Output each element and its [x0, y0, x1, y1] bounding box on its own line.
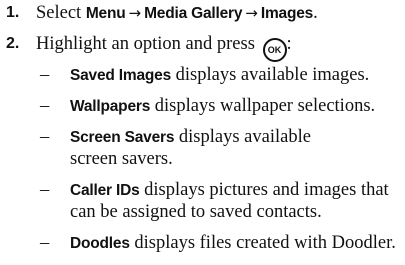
dash-bullet: –	[40, 233, 50, 253]
option-description: displays available	[178, 127, 311, 147]
step-prefix: Select	[36, 3, 82, 23]
option-text: Screen Savers displays available	[70, 126, 311, 149]
option-description-line: can be assigned to saved contacts.	[70, 202, 322, 222]
dash-bullet: –	[40, 96, 50, 116]
ok-key-icon: OK	[262, 38, 287, 62]
option-name: Saved Images	[70, 67, 171, 84]
option-description: displays files created with Doodler.	[134, 233, 396, 253]
menu-path-item: Menu	[85, 5, 126, 22]
option-text: Caller IDs displays pictures and images …	[70, 179, 389, 202]
step-number: 1.	[6, 4, 20, 21]
option-name: Wallpapers	[70, 98, 151, 115]
step-suffix: :	[286, 34, 292, 54]
step-suffix: .	[313, 3, 318, 23]
option-name: Screen Savers	[70, 129, 175, 146]
option-description: displays pictures and images that	[144, 180, 389, 200]
step-instruction: Highlight an option and press	[36, 34, 255, 54]
option-description-line: screen savers.	[70, 149, 173, 169]
option-name: Caller IDs	[70, 182, 140, 199]
option-name: Doodles	[70, 235, 130, 252]
menu-path-item: Images	[260, 5, 314, 22]
option-text: Wallpapers displays wallpaper selections…	[70, 95, 375, 118]
option-description: displays available images.	[175, 65, 370, 85]
step-text: Highlight an option and press OK:	[36, 33, 292, 62]
option-text: Saved Images displays available images.	[70, 64, 369, 87]
dash-bullet: –	[40, 127, 50, 147]
right-arrow-icon: →	[128, 4, 142, 22]
step-text: Select Menu → Media Gallery → Images.	[36, 2, 318, 25]
dash-bullet: –	[40, 65, 50, 85]
dash-bullet: –	[40, 180, 50, 200]
right-arrow-icon: →	[245, 4, 258, 22]
step-number: 2.	[6, 35, 20, 52]
option-text: Doodles displays files created with Dood…	[70, 232, 396, 255]
menu-path-item: Media Gallery	[144, 5, 243, 22]
option-description: displays wallpaper selections.	[154, 96, 376, 116]
